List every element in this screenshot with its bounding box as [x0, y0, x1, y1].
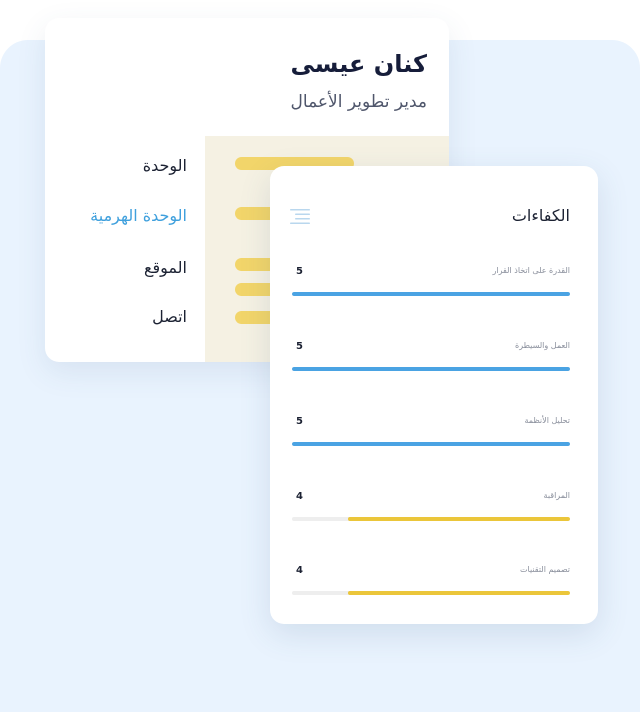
competency-track: [292, 367, 570, 371]
competency-score: 4: [296, 565, 303, 576]
competency-track: [292, 517, 570, 521]
competency-track: [292, 442, 570, 446]
competency-label: تصميم التقنيات: [520, 565, 570, 574]
competencies-title: الكفاءات: [511, 206, 570, 225]
competency-label: العمل والسيطرة: [515, 341, 570, 350]
field-label-hierarchy-unit[interactable]: الوحدة الهرمية: [90, 206, 187, 225]
field-label-unit: الوحدة: [142, 156, 187, 175]
competency-score: 5: [296, 416, 303, 427]
competency-item: 5 العمل والسيطرة: [292, 341, 570, 377]
competency-track: [292, 591, 570, 595]
competency-score: 5: [296, 341, 303, 352]
competency-bar-fill: [347, 591, 570, 595]
competency-bar-fill: [292, 442, 570, 446]
competency-label: المراقبة: [543, 491, 570, 500]
competency-label: القدرة على اتخاذ القرار: [492, 266, 571, 275]
field-label-location: الموقع: [144, 258, 187, 277]
competency-bar-fill: [292, 292, 570, 296]
competency-label: تحليل الأنظمة: [524, 416, 570, 425]
competency-item: 4 تصميم التقنيات: [292, 565, 570, 601]
menu-icon[interactable]: [290, 208, 310, 224]
competency-bar-fill: [292, 367, 570, 371]
profile-role: مدير تطوير الأعمال: [290, 92, 427, 112]
competencies-card: الكفاءات 5 القدرة على اتخاذ القرار 5 الع…: [270, 166, 598, 624]
competency-score: 4: [296, 491, 303, 502]
competency-score: 5: [296, 266, 303, 277]
field-label-contact: اتصل: [152, 307, 187, 326]
competency-track: [292, 292, 570, 296]
competency-item: 5 القدرة على اتخاذ القرار: [292, 266, 570, 302]
competency-item: 4 المراقبة: [292, 491, 570, 527]
competency-item: 5 تحليل الأنظمة: [292, 416, 570, 452]
profile-name: كنان عيسى: [290, 50, 428, 78]
competency-bar-fill: [347, 517, 570, 521]
